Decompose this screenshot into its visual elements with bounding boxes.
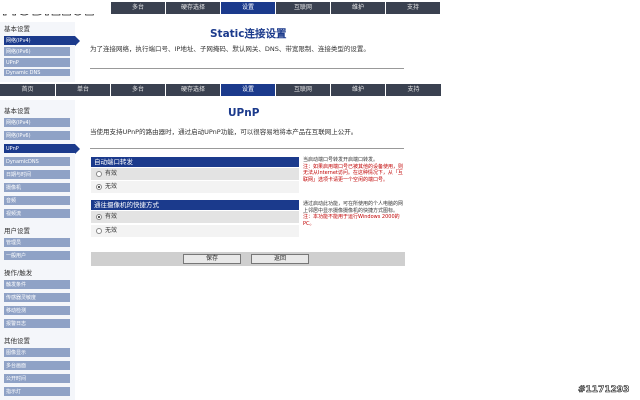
sidebar-item-public-time[interactable]: 公开时间 [4,374,70,384]
main-tab-bar: 首页 单台 多台 硬存选择 设置 互联网 维护 支持 [0,84,640,96]
sidebar-item-stream[interactable]: 视频流 [4,209,70,219]
tab-internet[interactable]: 互联网 [276,84,331,96]
shortcut-header: 通往摄像机的快捷方式 [91,200,299,210]
tab-multi[interactable]: 多台 [111,84,166,96]
sidebar-section-trigger: 操作/触发 [4,269,33,277]
sidebar-section-other: 其他设置 [4,337,30,345]
sidebar-item-general-user[interactable]: 一般用户 [4,251,70,261]
sidebar-item-datetime[interactable]: 日期与时间 [4,170,70,180]
top-sidebar-item-ipv4[interactable]: 网络(IPv4) [4,36,80,46]
sidebar-item-sensor[interactable]: 传感器灵敏度 [4,293,70,303]
port-forward-enable-label: 有效 [105,170,118,177]
shortcut-disable-radio[interactable] [96,228,102,234]
top-tab-support[interactable]: 支持 [386,2,441,14]
sidebar-item-alarm-log[interactable]: 报警日志 [4,319,70,329]
port-forward-header: 自动端口转发 [91,157,299,167]
top-sidebar-item-ddns[interactable]: Dynamic DNS [4,69,70,77]
sidebar-item-indicator[interactable]: 指示灯 [4,387,70,397]
sidebar-item-camera[interactable]: 摄像机 [4,183,70,193]
shortcut-warning: 注：本功能不能用于运行Windows 2000的PC。 [303,214,400,227]
sidebar-item-multi-screen[interactable]: 多台画面 [4,361,70,371]
sidebar-item-audio[interactable]: 音频 [4,196,70,206]
sidebar-item-trigger-cond[interactable]: 触发条件 [4,280,70,290]
sidebar-item-motion[interactable]: 移动检测 [4,306,70,316]
title-divider [90,148,404,149]
tab-single[interactable]: 单台 [56,84,111,96]
top-sidebar-item-ipv6[interactable]: 网络(IPv6) [4,47,70,57]
port-forward-disable-radio[interactable] [96,184,102,190]
sidebar-item-image-display[interactable]: 图像显示 [4,348,70,358]
port-forward-note: 当启动端口号转发开启端口转发。 注：如果启用端口号已被其他的设备使用，则无法从I… [303,157,406,183]
top-sidebar-section: 基本设置 [4,25,30,33]
sidebar-item-ipv6[interactable]: 网络(IPv6) [4,131,70,141]
sidebar-section-basic: 基本设置 [4,107,30,115]
cancel-button[interactable]: 返回 [251,254,309,264]
port-forward-warning: 注：如果启用端口号已被其他的设备使用，则无法从Internet访问。在这种情况下… [303,163,404,183]
sidebar-item-ipv4[interactable]: 网络(IPv4) [4,118,70,128]
page-title: UPnP [228,107,260,119]
tab-support[interactable]: 支持 [386,84,442,96]
page-desc: 当使用支持UPnP的路由器时，通过启动UPnP功能，可以很容易地将本产品在互联网… [90,128,358,136]
static-divider [90,68,404,69]
port-forward-option-enable[interactable]: 有效 [91,168,299,180]
tab-maintenance[interactable]: 维护 [331,84,386,96]
static-title: Static连接设置 [210,28,287,40]
top-sidebar-item-upnp[interactable]: UPnP [4,58,70,68]
port-forward-disable-label: 无效 [105,183,118,190]
port-forward-enable-radio[interactable] [96,171,102,177]
button-bar [91,252,405,266]
shortcut-disable-label: 无效 [105,227,118,234]
shortcut-enable-label: 有效 [105,213,118,220]
top-tab-internet[interactable]: 互联网 [276,2,331,14]
shortcut-enable-radio[interactable] [96,214,102,220]
static-desc: 为了连接网络，执行端口号、IP地址、子网掩码、默认网关、DNS、带宽限制、连接类… [90,45,370,53]
sidebar-item-ddns[interactable]: DynamicDNS [4,157,70,167]
top-sidebar: 基本设置 网络(IPv4) 网络(IPv6) UPnP Dynamic DNS [0,22,80,82]
shortcut-option-enable[interactable]: 有效 [91,211,299,223]
watermark: #1171293 [578,385,630,396]
sidebar: 基本设置 网络(IPv4) 网络(IPv6) UPnP DynamicDNS 日… [0,100,80,400]
tab-storage[interactable]: 硬存选择 [166,84,221,96]
shortcut-note: 通过启动此功能，可在所使用的个人电脑的网上邻居中显示摄像摄像机的快捷方式图标。 … [303,201,406,227]
top-tab-settings[interactable]: 设置 [221,2,276,14]
top-tab-multi[interactable]: 多台 [111,2,166,14]
top-tab-maintenance[interactable]: 维护 [331,2,386,14]
shortcut-note-text: 通过启动此功能，可在所使用的个人电脑的网上邻居中显示摄像摄像机的快捷方式图标。 [303,201,404,214]
sidebar-item-upnp[interactable]: UPnP [4,144,80,154]
top-tab-storage[interactable]: 硬存选择 [166,2,221,14]
top-tab-bar: 多台 硬存选择 设置 互联网 维护 支持 [0,2,640,14]
port-forward-option-disable[interactable]: 无效 [91,181,299,193]
sidebar-section-users: 用户设置 [4,227,30,235]
save-button[interactable]: 保存 [183,254,241,264]
tab-home[interactable]: 首页 [0,84,56,96]
tab-settings[interactable]: 设置 [221,84,276,96]
sidebar-item-admin[interactable]: 管理员 [4,238,70,248]
shortcut-option-disable[interactable]: 无效 [91,225,299,237]
